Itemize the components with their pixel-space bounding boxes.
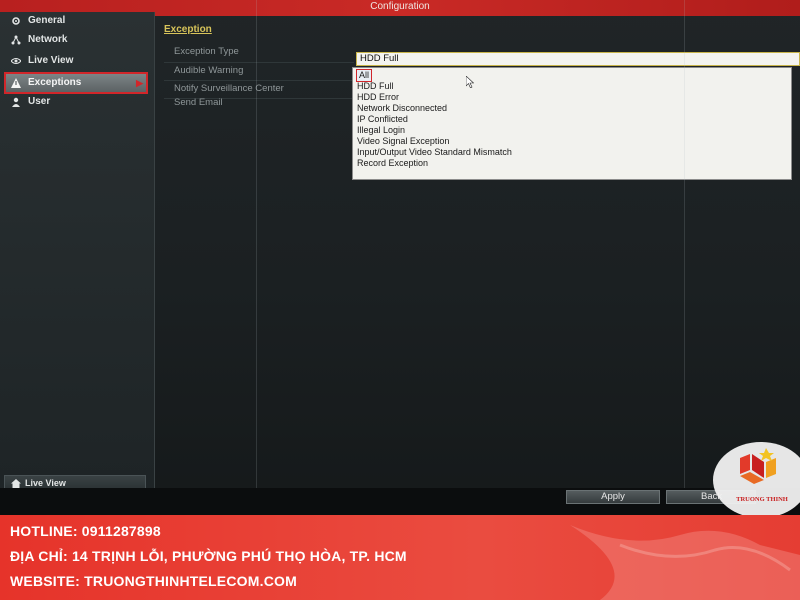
footer-address: ĐỊA CHỈ: 14 TRỊNH LỖI, PHƯỜNG PHÚ THỌ HÒ… — [10, 548, 407, 564]
truong-thinh-logo: TRUONG THINH — [706, 436, 800, 518]
exception-type-dropdown: All HDD Full HDD Error Network Disconnec… — [352, 67, 792, 180]
row-divider — [164, 62, 354, 63]
section-title: Exception — [164, 24, 212, 35]
sidebar-item-user[interactable]: User — [6, 93, 146, 111]
gear-icon — [12, 17, 20, 25]
send-email-label: Send Email — [174, 97, 223, 108]
logo-brand-text: TRUONG THINH — [736, 496, 788, 503]
sidebar-item-label: User — [28, 96, 51, 107]
home-icon — [11, 479, 21, 488]
sidebar-item-label: General — [28, 15, 66, 26]
sidebar: General Network Live View Exceptions ▶ U… — [0, 12, 155, 491]
apply-button[interactable]: Apply — [566, 490, 660, 504]
live-view-button-label: Live View — [25, 478, 66, 488]
dropdown-option[interactable]: IP Conflicted — [357, 114, 408, 125]
dvr-screen: Configuration General Network Live View — [0, 0, 800, 515]
row-divider — [164, 80, 354, 81]
sidebar-item-exceptions[interactable]: Exceptions ▶ — [4, 72, 148, 94]
mouse-cursor-icon — [466, 76, 474, 88]
footer-decoration — [570, 525, 800, 600]
dropdown-option[interactable]: HDD Error — [357, 92, 399, 103]
sidebar-item-label: Live View — [28, 55, 74, 66]
sidebar-item-label: Exceptions — [28, 77, 82, 88]
dropdown-option[interactable]: Input/Output Video Standard Mismatch — [357, 147, 512, 158]
network-icon — [11, 35, 21, 45]
dropdown-option[interactable]: Video Signal Exception — [357, 136, 449, 147]
dropdown-option[interactable]: Record Exception — [357, 158, 428, 169]
apply-button-label: Apply — [601, 491, 625, 502]
exception-type-value: HDD Full — [360, 53, 399, 64]
footer-hotline: HOTLINE: 0911287898 — [10, 523, 161, 539]
exception-type-label: Exception Type — [174, 46, 239, 57]
sidebar-item-live-view[interactable]: Live View — [6, 52, 146, 70]
notify-center-label: Notify Surveillance Center — [174, 83, 284, 94]
dropdown-option-all[interactable]: All — [355, 69, 373, 82]
user-icon — [12, 97, 20, 107]
screen-reflection-line — [256, 0, 257, 515]
footer-website: WEBSITE: TRUONGTHINHTELECOM.COM — [10, 573, 297, 589]
dropdown-option[interactable]: Illegal Login — [357, 125, 405, 136]
sidebar-item-network[interactable]: Network — [6, 31, 146, 49]
live-view-icon — [11, 58, 21, 64]
audible-warning-label: Audible Warning — [174, 65, 244, 76]
chevron-right-icon: ▶ — [136, 78, 143, 88]
sidebar-item-label: Network — [28, 34, 68, 45]
warning-icon — [11, 78, 21, 88]
screen-reflection-line — [684, 0, 685, 515]
dropdown-option[interactable]: HDD Full — [357, 81, 394, 92]
dropdown-option[interactable]: Network Disconnected — [357, 103, 447, 114]
window-title: Configuration — [370, 1, 430, 12]
exception-type-select[interactable]: HDD Full — [356, 52, 800, 66]
sidebar-item-general[interactable]: General — [6, 12, 146, 30]
